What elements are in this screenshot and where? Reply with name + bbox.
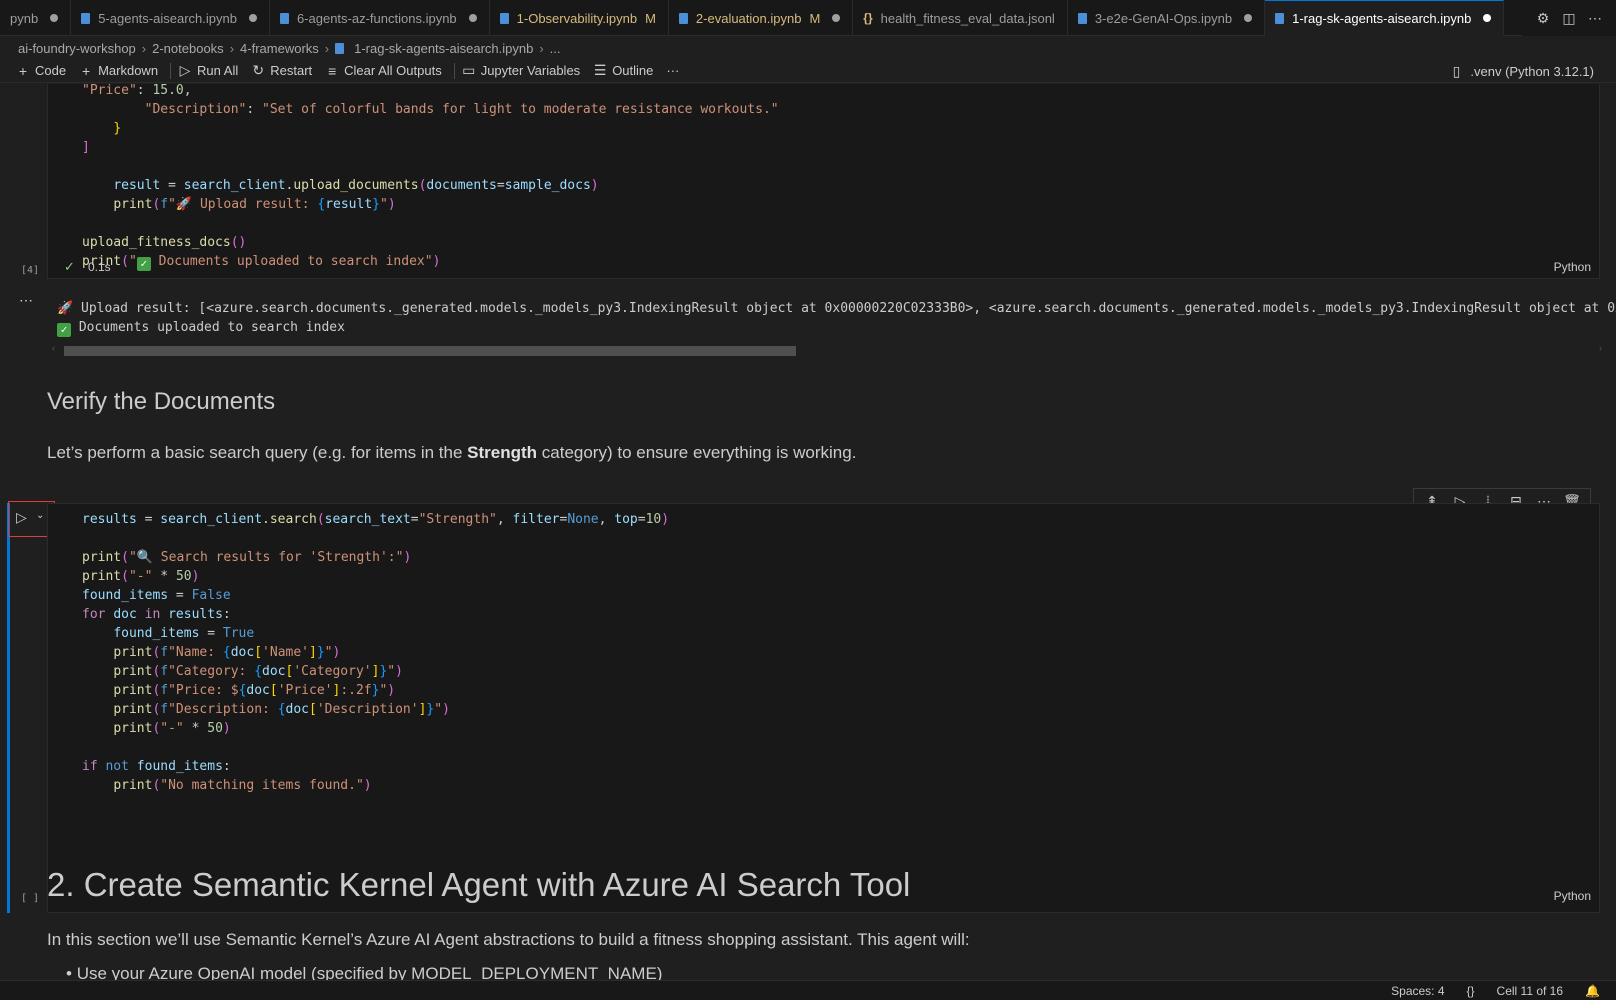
breadcrumb: ai-foundry-workshop › 2-notebooks › 4-fr… xyxy=(18,40,561,56)
run-all-icon: ▷ xyxy=(179,62,191,78)
language-braces-status[interactable]: {} xyxy=(1467,984,1475,998)
tab-label: 1-Observability.ipynb xyxy=(516,10,638,26)
markdown-heading: 2. Create Semantic Kernel Agent with Azu… xyxy=(47,866,911,903)
notification-bell-icon[interactable]: 🔔 xyxy=(1585,984,1600,998)
split-editor-icon[interactable]: ◫ xyxy=(1562,10,1576,26)
tab-label: 5-agents-aisearch.ipynb xyxy=(98,10,237,26)
notebook-file-icon xyxy=(279,12,289,24)
editor-tab[interactable]: 5-agents-aisearch.ipynb xyxy=(71,0,270,36)
notebook-file-icon xyxy=(499,12,509,24)
notebook-file-icon xyxy=(335,42,345,54)
unsaved-dot-icon[interactable] xyxy=(468,14,477,22)
unsaved-dot-icon[interactable] xyxy=(1244,14,1253,22)
cell-language-label[interactable]: Python xyxy=(1554,889,1591,903)
unsaved-dot-icon[interactable] xyxy=(248,14,257,22)
cell-position-status[interactable]: Cell 11 of 16 xyxy=(1497,984,1564,998)
editor-tab[interactable]: 2-evaluation.ipynb M xyxy=(669,0,854,36)
restart-button[interactable]: ↻ Restart xyxy=(247,60,321,82)
kernel-picker[interactable]: ▯ .venv (Python 3.12.1) xyxy=(1449,59,1594,83)
code-editor[interactable]: results = search_client.search(search_te… xyxy=(82,510,669,795)
unsaved-dot-icon[interactable] xyxy=(832,14,841,22)
unsaved-dot-icon[interactable] xyxy=(50,14,59,22)
check-mark-emoji-icon: ✓ xyxy=(136,257,151,271)
breadcrumb-item[interactable]: 2-notebooks xyxy=(152,41,224,56)
clear-outputs-icon: ≡ xyxy=(328,62,337,79)
notebook-file-icon xyxy=(81,12,91,24)
output-more-icon[interactable]: ⋯ xyxy=(19,292,33,309)
editor-tab[interactable]: {} health_fitness_eval_data.jsonl xyxy=(853,0,1068,36)
chevron-down-icon[interactable]: ⌄ xyxy=(36,510,44,521)
modified-badge: M xyxy=(645,10,656,26)
restart-icon: ↻ xyxy=(252,62,265,78)
markdown-heading: Verify the Documents xyxy=(47,388,276,415)
unsaved-dot-icon[interactable] xyxy=(1483,14,1492,22)
kernel-icon: ▯ xyxy=(1452,62,1461,79)
clear-all-outputs-button[interactable]: ≡ Clear All Outputs xyxy=(321,60,451,82)
play-icon: ▷ xyxy=(16,509,27,525)
notebook-file-icon xyxy=(1077,12,1087,24)
breadcrumb-item[interactable]: ... xyxy=(550,41,561,56)
markdown-paragraph: In this section we’ll use Semantic Kerne… xyxy=(47,930,970,949)
json-file-icon: {} xyxy=(863,11,873,25)
jupyter-variables-button[interactable]: ▭ Jupyter Variables xyxy=(458,60,589,82)
indentation-status[interactable]: Spaces: 4 xyxy=(1391,984,1444,998)
editor-tab[interactable]: 1-rag-sk-agents-aisearch.ipynb xyxy=(1265,0,1505,36)
editor-tab[interactable]: pynb xyxy=(0,0,72,36)
editor-actions: ⚙ ◫ ⋯ xyxy=(1522,0,1616,36)
breadcrumb-item[interactable]: 1-rag-sk-agents-aisearch.ipynb xyxy=(354,41,533,56)
outline-button[interactable]: ☰ Outline xyxy=(589,60,662,82)
toolbar-more-button[interactable]: ··· xyxy=(662,60,688,82)
markdown-bullet: • Use your Azure OpenAI model (specified… xyxy=(66,964,663,980)
check-mark-emoji-icon: ✓ xyxy=(57,323,71,337)
plus-icon: + xyxy=(81,62,91,79)
tab-label: 2-evaluation.ipynb xyxy=(695,10,802,26)
cell-output: 🚀 Upload result: [<azure.search.document… xyxy=(57,301,1616,337)
tab-label: 3-e2e-GenAI-Ops.ipynb xyxy=(1094,10,1233,26)
output-horizontal-scrollbar[interactable]: ‹ › xyxy=(52,343,1602,356)
notebook-file-icon xyxy=(1275,12,1285,24)
editor-tab[interactable]: 3-e2e-GenAI-Ops.ipynb xyxy=(1068,0,1266,36)
success-check-icon: ✓ xyxy=(64,259,75,274)
editor-tab[interactable]: 1-Observability.ipynb M xyxy=(490,0,669,36)
breadcrumb-item[interactable]: ai-foundry-workshop xyxy=(18,41,136,56)
notebook-toolbar: + Code + Markdown ▷ Run All ↻ Restart ≡ Clear… xyxy=(0,59,1616,83)
tab-label: 1-rag-sk-agents-aisearch.ipynb xyxy=(1292,10,1472,26)
code-cell[interactable]: "Price": 15.0, "Description": "Set of co… xyxy=(47,84,1600,279)
plus-icon: + xyxy=(18,62,28,79)
more-actions-icon[interactable]: ⋯ xyxy=(1588,10,1602,26)
editor-tab-bar: pynb 5-agents-aisearch.ipynb 6-agents-az-f… xyxy=(0,0,1616,36)
run-all-button[interactable]: ▷ Run All xyxy=(174,60,247,82)
execution-count: [4] xyxy=(21,265,40,276)
tab-label: health_fitness_eval_data.jsonl xyxy=(880,10,1055,26)
code-cell[interactable]: results = search_client.search(search_te… xyxy=(47,503,1600,913)
markdown-paragraph: Let’s perform a basic search query (e.g.… xyxy=(47,443,857,462)
breadcrumb-item[interactable]: 4-frameworks xyxy=(240,41,319,56)
focused-cell-indicator xyxy=(7,503,10,913)
notebook-editor: "Price": 15.0, "Description": "Set of co… xyxy=(0,84,1616,980)
kernel-label: .venv (Python 3.12.1) xyxy=(1470,63,1594,79)
notebook-file-icon xyxy=(678,12,688,24)
scrollbar-thumb[interactable] xyxy=(64,346,796,356)
cell-language-label[interactable]: Python xyxy=(1554,260,1591,274)
code-editor[interactable]: "Price": 15.0, "Description": "Set of co… xyxy=(82,84,779,271)
modified-badge: M xyxy=(809,10,821,26)
settings-gear-icon[interactable]: ⚙ xyxy=(1536,10,1550,26)
rocket-emoji-icon: 🚀 xyxy=(57,301,74,316)
add-code-cell-button[interactable]: + Code xyxy=(12,60,75,82)
status-bar: Spaces: 4 {} Cell 11 of 16 🔔 xyxy=(0,980,1616,1000)
add-markdown-cell-button[interactable]: + Markdown xyxy=(75,60,167,82)
outline-icon: ☰ xyxy=(593,62,607,78)
execution-count: [ ] xyxy=(21,893,40,904)
editor-tab[interactable]: 6-agents-az-functions.ipynb xyxy=(270,0,490,36)
variables-icon: ▭ xyxy=(462,62,476,78)
execution-duration: 0.1s xyxy=(88,260,111,274)
tab-label: 6-agents-az-functions.ipynb xyxy=(296,10,457,26)
tab-label: pynb xyxy=(10,10,39,26)
